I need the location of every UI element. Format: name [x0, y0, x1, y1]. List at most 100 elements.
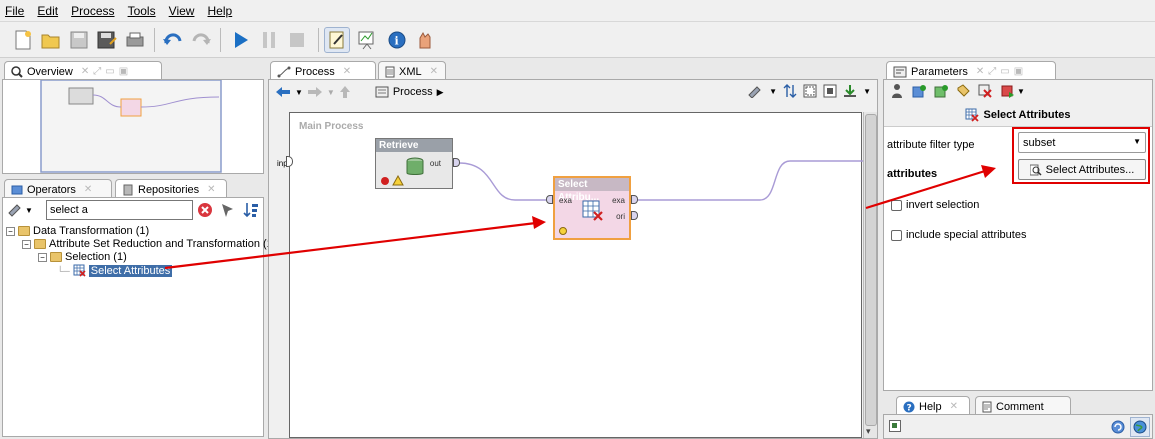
scrollbar-thumb[interactable]: [865, 114, 877, 426]
include-special-checkbox[interactable]: include special attributes: [891, 229, 1026, 241]
print-button[interactable]: [122, 27, 148, 53]
undo-button[interactable]: [160, 27, 186, 53]
close-icon[interactable]: ✕: [976, 66, 984, 77]
arrange-operators-icon[interactable]: [823, 84, 837, 98]
canvas-scrollbar[interactable]: ▾: [863, 112, 877, 438]
help-nav-icon[interactable]: [889, 420, 901, 432]
back-arrow-icon[interactable]: [275, 86, 291, 98]
chevron-down-icon[interactable]: ▼: [769, 87, 777, 96]
save-as-button[interactable]: [94, 27, 120, 53]
maximize-icon[interactable]: ⤢: [93, 66, 101, 77]
tab-help[interactable]: ? Help ✕: [896, 396, 970, 414]
checkbox[interactable]: [891, 229, 902, 241]
tab-parameters[interactable]: Parameters ✕ ⤢ ▭ ▣: [886, 61, 1056, 79]
close-icon[interactable]: ✕: [207, 184, 215, 195]
process-overview-thumbnail[interactable]: [3, 79, 263, 173]
download-icon[interactable]: [843, 84, 857, 98]
tree-node-selection[interactable]: − Selection (1): [38, 251, 127, 263]
tree-line: └─: [57, 265, 70, 276]
expert-mode-button[interactable]: [888, 82, 906, 100]
xml-tab-label: XML: [399, 65, 422, 78]
redo-button[interactable]: [188, 27, 214, 53]
param-action-1[interactable]: [910, 82, 928, 100]
breadcrumb-chevron-icon[interactable]: ▶: [437, 87, 444, 98]
tab-overview[interactable]: Overview ✕ ⤢ ▭ ▣: [4, 61, 162, 79]
forward-arrow-icon[interactable]: [307, 86, 323, 98]
collapse-icon[interactable]: −: [38, 252, 47, 262]
refresh-icon[interactable]: [1110, 419, 1126, 435]
up-arrow-icon[interactable]: [339, 85, 351, 99]
collapse-icon[interactable]: −: [6, 226, 15, 236]
chevron-down-icon[interactable]: ▼: [863, 87, 871, 96]
output-port-exa[interactable]: [631, 195, 638, 204]
menu-view[interactable]: View: [164, 0, 200, 18]
globe-icon: [1133, 420, 1147, 434]
tree-node-data-transformation[interactable]: − Data Transformation (1): [6, 225, 149, 237]
operator-search-input[interactable]: [46, 200, 193, 220]
input-port-exa[interactable]: [546, 195, 553, 204]
play-icon: [235, 32, 248, 48]
search-options-button[interactable]: [219, 202, 235, 221]
param-action-menu[interactable]: ▼: [998, 82, 1028, 100]
plugin-perspective-button[interactable]: [412, 27, 438, 53]
chevron-down-icon[interactable]: ▼: [295, 88, 303, 97]
close-icon[interactable]: ✕: [430, 66, 438, 77]
scroll-down-icon[interactable]: ▾: [866, 426, 871, 437]
pause-button[interactable]: [256, 27, 282, 53]
menu-process[interactable]: Process: [66, 0, 119, 18]
output-port-ori[interactable]: [631, 211, 638, 220]
save-button[interactable]: [66, 27, 92, 53]
stop-button[interactable]: [284, 27, 310, 53]
menu-help[interactable]: Help: [203, 0, 238, 18]
open-button[interactable]: [38, 27, 64, 53]
menu-edit[interactable]: Edit: [32, 0, 63, 18]
welcome-perspective-button[interactable]: i: [384, 27, 410, 53]
filter-type-select[interactable]: subset ▼: [1018, 132, 1146, 153]
clear-search-button[interactable]: [197, 202, 213, 221]
sort-button[interactable]: [243, 202, 259, 221]
param-action-3[interactable]: [954, 82, 972, 100]
close-icon[interactable]: ✕: [84, 184, 92, 195]
fit-layout-icon[interactable]: [803, 84, 817, 98]
tree-node-attribute-set-reduction[interactable]: − Attribute Set Reduction and Transforma…: [22, 238, 273, 250]
param-action-4[interactable]: [976, 82, 994, 100]
design-perspective-button[interactable]: [324, 27, 350, 53]
checkbox[interactable]: [891, 199, 902, 211]
invert-selection-label: invert selection: [906, 199, 980, 211]
retrieve-operator[interactable]: Retrieve out: [375, 138, 460, 189]
tab-process[interactable]: Process ✕: [270, 61, 376, 79]
auto-wire-icon[interactable]: [747, 84, 763, 98]
minimize-icon[interactable]: ▭: [105, 66, 114, 77]
tab-xml[interactable]: XML ✕: [378, 61, 446, 79]
maximize-icon[interactable]: ⤢: [988, 66, 996, 77]
output-port-out[interactable]: [453, 158, 460, 167]
breadcrumb[interactable]: Process: [393, 86, 433, 98]
float-icon[interactable]: ▣: [119, 66, 128, 77]
menu-file[interactable]: File: [0, 0, 29, 18]
minimize-icon[interactable]: ▭: [1000, 66, 1009, 77]
select-attributes-button[interactable]: Select Attributes...: [1018, 159, 1146, 180]
online-help-button[interactable]: [1130, 417, 1150, 437]
param-action-2[interactable]: [932, 82, 950, 100]
close-icon[interactable]: ✕: [950, 401, 958, 412]
invert-selection-checkbox[interactable]: invert selection: [891, 199, 979, 211]
collapse-icon[interactable]: −: [22, 239, 31, 249]
close-icon[interactable]: ✕: [81, 66, 89, 77]
menu-tools[interactable]: Tools: [123, 0, 161, 18]
new-process-button[interactable]: [10, 27, 36, 53]
error-status-icon: [381, 177, 389, 185]
tree-node-select-attributes[interactable]: └─ Select Attributes: [57, 264, 173, 277]
select-attributes-operator[interactable]: Select Attribu... exa exa ori: [546, 176, 638, 240]
port-order-icon[interactable]: [783, 84, 797, 98]
operator-filter-menu[interactable]: ▼: [7, 203, 33, 217]
help-icon: ?: [903, 401, 915, 413]
tab-operators[interactable]: Operators ✕: [4, 179, 112, 197]
results-perspective-button[interactable]: [354, 27, 380, 53]
float-icon[interactable]: ▣: [1014, 66, 1023, 77]
tab-repositories[interactable]: Repositories ✕: [115, 179, 227, 197]
close-icon[interactable]: ✕: [343, 66, 351, 77]
process-canvas[interactable]: Main Process Retrieve out Select Attribu…: [289, 112, 863, 438]
chevron-down-icon[interactable]: ▼: [327, 88, 335, 97]
run-button[interactable]: [228, 27, 254, 53]
tab-comment[interactable]: Comment: [975, 396, 1071, 414]
